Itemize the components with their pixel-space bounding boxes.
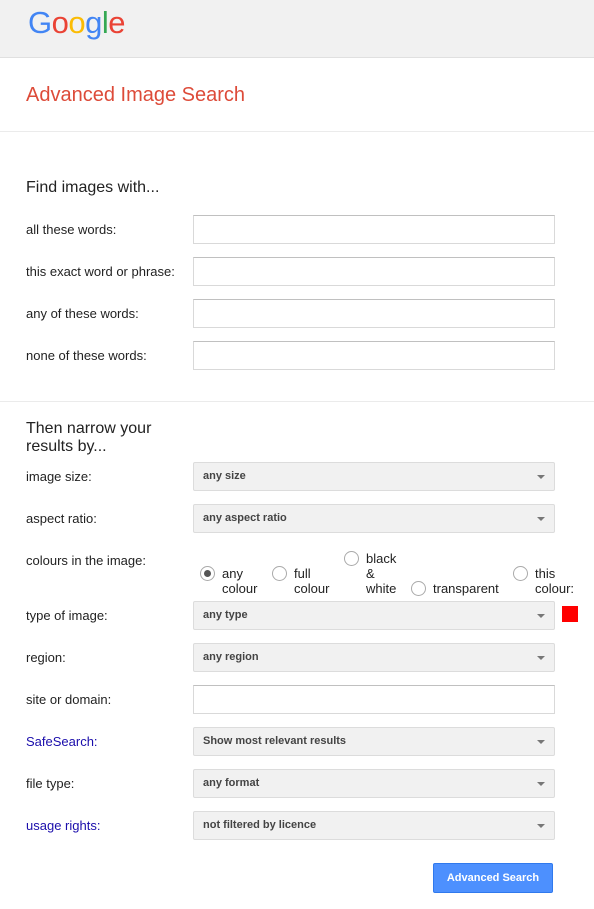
narrow-heading: Then narrow your results by... — [26, 420, 151, 456]
usage-rights-select[interactable]: not filtered by licence — [193, 811, 555, 840]
chevron-down-icon — [537, 782, 545, 786]
chevron-down-icon — [537, 740, 545, 744]
site-domain-input[interactable] — [193, 685, 555, 714]
type-of-image-value: any type — [203, 609, 248, 621]
exact-phrase-input[interactable] — [193, 257, 555, 286]
usage-rights-link[interactable]: usage rights: — [26, 818, 100, 833]
colour-option-text: this — [535, 566, 556, 581]
usage-rights-value: not filtered by licence — [203, 819, 317, 831]
section-divider — [0, 401, 594, 402]
none-words-input[interactable] — [193, 341, 555, 370]
region-label: region: — [26, 650, 66, 665]
file-type-select[interactable]: any format — [193, 769, 555, 798]
radio-button[interactable] — [344, 551, 359, 566]
colour-option-text: colour — [222, 581, 258, 596]
any-words-input[interactable] — [193, 299, 555, 328]
all-words-input[interactable] — [193, 215, 555, 244]
colours-label: colours in the image: — [26, 553, 146, 568]
colour-option-text: full — [294, 566, 311, 581]
radio-button[interactable] — [411, 581, 426, 596]
colour-option-text: & — [366, 566, 375, 581]
radio-button[interactable] — [513, 566, 528, 581]
header-bar: Google — [0, 0, 594, 58]
any-words-label: any of these words: — [26, 306, 139, 321]
type-of-image-select[interactable]: any type — [193, 601, 555, 630]
site-domain-label: site or domain: — [26, 692, 112, 707]
chevron-down-icon — [537, 517, 545, 521]
colour-option-text: white — [366, 581, 397, 596]
chevron-down-icon — [537, 824, 545, 828]
file-type-value: any format — [203, 777, 260, 789]
colour-option-text: black — [366, 551, 397, 566]
exact-phrase-label: this exact word or phrase: — [26, 264, 175, 279]
advanced-search-button[interactable]: Advanced Search — [433, 863, 553, 893]
colour-option-text: transparent — [433, 581, 499, 596]
radio-button[interactable] — [200, 566, 215, 581]
colour-option-text: any — [222, 566, 243, 581]
colour-option-text: colour — [294, 581, 330, 596]
narrow-heading-line1: Then narrow your — [26, 420, 152, 437]
image-size-select[interactable]: any size — [193, 462, 555, 491]
page-title: Advanced Image Search — [26, 84, 246, 106]
chevron-down-icon — [537, 656, 545, 660]
safesearch-value: Show most relevant results — [203, 735, 347, 747]
image-size-value: any size — [203, 470, 246, 482]
aspect-ratio-select[interactable]: any aspect ratio — [193, 504, 555, 533]
colour-swatch[interactable] — [562, 606, 578, 622]
aspect-ratio-label: aspect ratio: — [26, 511, 97, 526]
chevron-down-icon — [537, 475, 545, 479]
find-heading: Find images with... — [26, 179, 160, 196]
aspect-ratio-value: any aspect ratio — [203, 512, 287, 524]
google-logo[interactable]: Google — [28, 6, 126, 40]
region-select[interactable]: any region — [193, 643, 555, 672]
file-type-label: file type: — [26, 776, 75, 791]
safesearch-select[interactable]: Show most relevant results — [193, 727, 555, 756]
none-words-label: none of these words: — [26, 348, 147, 363]
type-of-image-label: type of image: — [26, 608, 108, 623]
colour-option-text: colour: — [535, 581, 575, 596]
chevron-down-icon — [537, 614, 545, 618]
safesearch-link[interactable]: SafeSearch: — [26, 734, 98, 749]
image-size-label: image size: — [26, 469, 92, 484]
radio-button[interactable] — [272, 566, 287, 581]
all-words-label: all these words: — [26, 222, 117, 237]
title-divider — [0, 131, 594, 132]
region-value: any region — [203, 651, 259, 663]
narrow-heading-line2: results by... — [26, 438, 107, 455]
